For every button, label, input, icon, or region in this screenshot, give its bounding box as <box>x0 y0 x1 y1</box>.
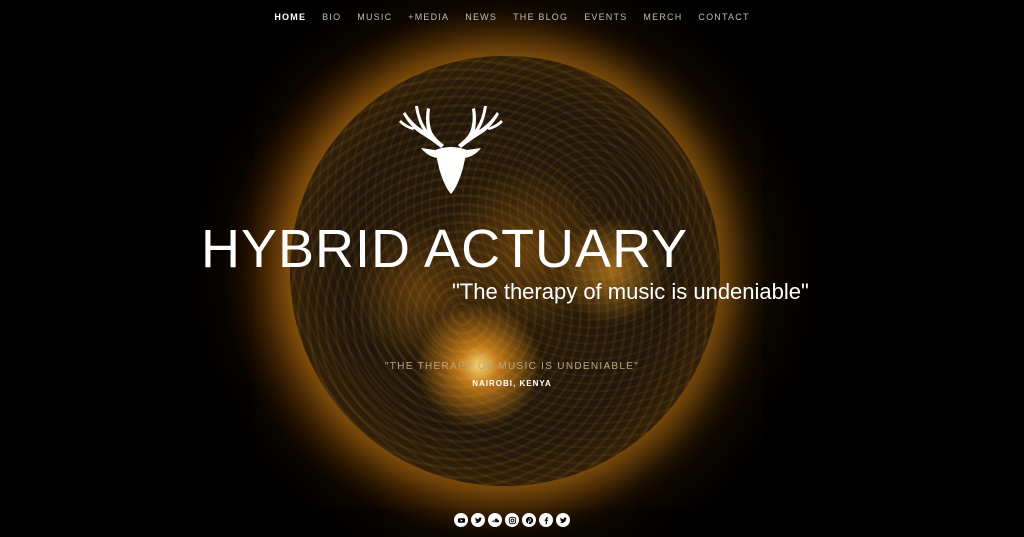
twitter-icon[interactable] <box>556 513 570 527</box>
soundcloud-icon[interactable] <box>488 513 502 527</box>
nav-home[interactable]: HOME <box>266 11 314 23</box>
social-links <box>0 513 1024 527</box>
nav-bio[interactable]: BIO <box>314 11 349 23</box>
location-text: NAIROBI, KENYA <box>472 379 552 388</box>
twitter-icon[interactable] <box>471 513 485 527</box>
main-nav: HOME BIO MUSIC +MEDIA NEWS THE BLOG EVEN… <box>0 11 1024 23</box>
nav-events[interactable]: EVENTS <box>576 11 635 23</box>
page: HOME BIO MUSIC +MEDIA NEWS THE BLOG EVEN… <box>0 0 1024 537</box>
nav-the-blog[interactable]: THE BLOG <box>505 11 576 23</box>
youtube-icon[interactable] <box>454 513 468 527</box>
nav-contact[interactable]: CONTACT <box>690 11 757 23</box>
tagline: "The therapy of music is undeniable" <box>452 279 809 304</box>
nav-news[interactable]: NEWS <box>457 11 505 23</box>
nav-music[interactable]: MUSIC <box>349 11 400 23</box>
site-title: HYBRID ACTUARY <box>201 219 689 279</box>
instagram-icon[interactable] <box>505 513 519 527</box>
nav-merch[interactable]: MERCH <box>635 11 690 23</box>
nav-media[interactable]: +MEDIA <box>400 11 457 23</box>
facebook-icon[interactable] <box>539 513 553 527</box>
deer-antlers-icon[interactable] <box>395 98 507 198</box>
sub-tagline: "THE THERAPY OF MUSIC IS UNDENIABLE" <box>384 361 640 372</box>
pinterest-icon[interactable] <box>522 513 536 527</box>
